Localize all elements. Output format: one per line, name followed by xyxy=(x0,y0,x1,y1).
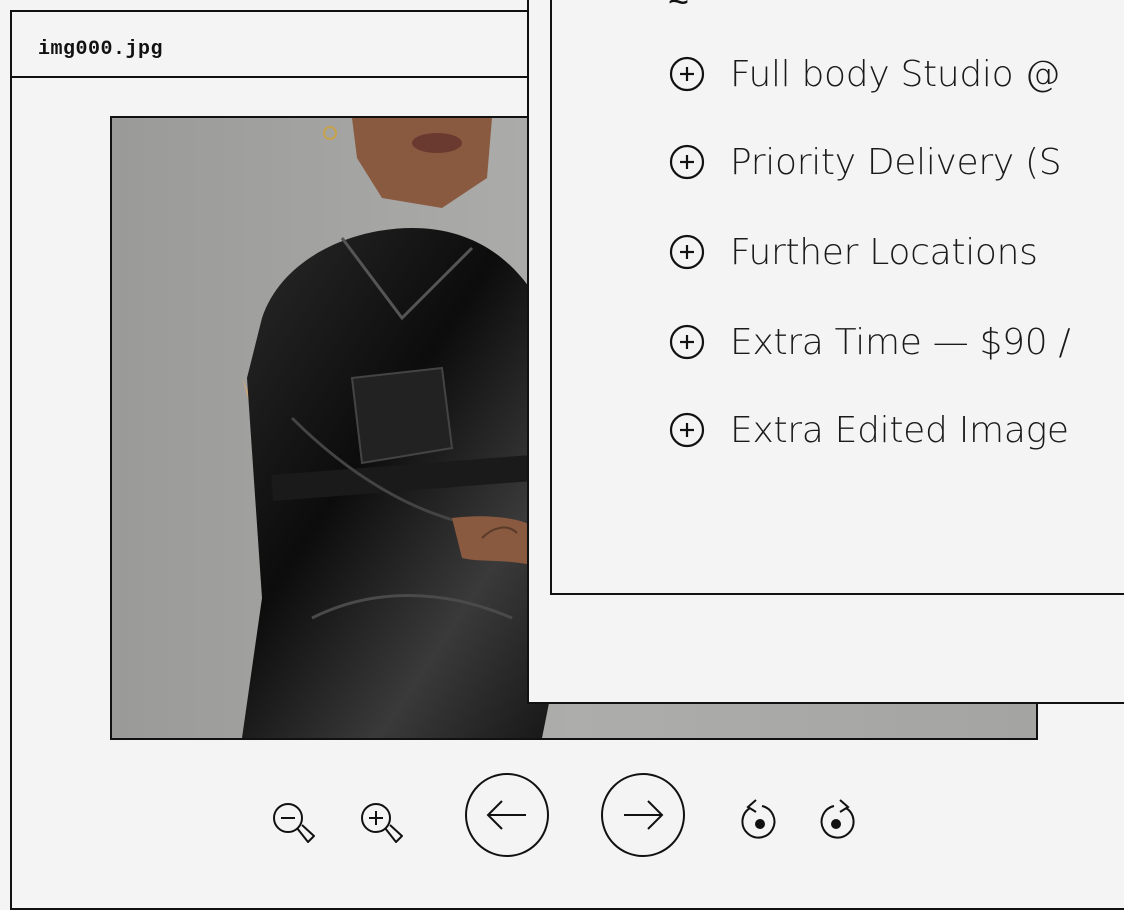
previous-arrow-icon[interactable] xyxy=(464,772,550,858)
package-window: ~ Full body Studio @ Priority Delivery (… xyxy=(550,0,1124,595)
viewer-controls xyxy=(12,770,912,857)
addon-label: Extra Time — $90 / xyxy=(730,321,1071,363)
plus-circle-icon xyxy=(669,144,705,180)
plus-circle-icon xyxy=(669,412,705,448)
zoom-out-icon[interactable] xyxy=(270,800,322,854)
addon-item[interactable]: Priority Delivery (S xyxy=(668,140,1062,184)
plus-circle-icon xyxy=(669,56,705,92)
addon-label: Full body Studio @ xyxy=(730,53,1061,95)
next-arrow-icon[interactable] xyxy=(600,772,686,858)
addon-item[interactable]: Extra Edited Image xyxy=(668,408,1069,452)
addon-item[interactable]: Full body Studio @ xyxy=(668,52,1060,96)
file-name: img000.jpg xyxy=(38,38,164,61)
rotate-right-icon[interactable] xyxy=(814,798,858,846)
plus-circle-icon xyxy=(669,234,705,270)
addon-item[interactable]: Further Locations xyxy=(668,230,1038,274)
plus-circle-icon xyxy=(669,324,705,360)
zoom-in-icon[interactable] xyxy=(358,800,410,854)
addon-label: Priority Delivery (S xyxy=(730,141,1062,183)
rotate-left-icon[interactable] xyxy=(738,798,782,846)
addon-label: Extra Edited Image xyxy=(730,409,1069,451)
package-heading-cut: ~ xyxy=(668,0,689,4)
addon-item[interactable]: Extra Time — $90 / xyxy=(668,320,1071,364)
addon-label: Further Locations xyxy=(730,231,1038,273)
